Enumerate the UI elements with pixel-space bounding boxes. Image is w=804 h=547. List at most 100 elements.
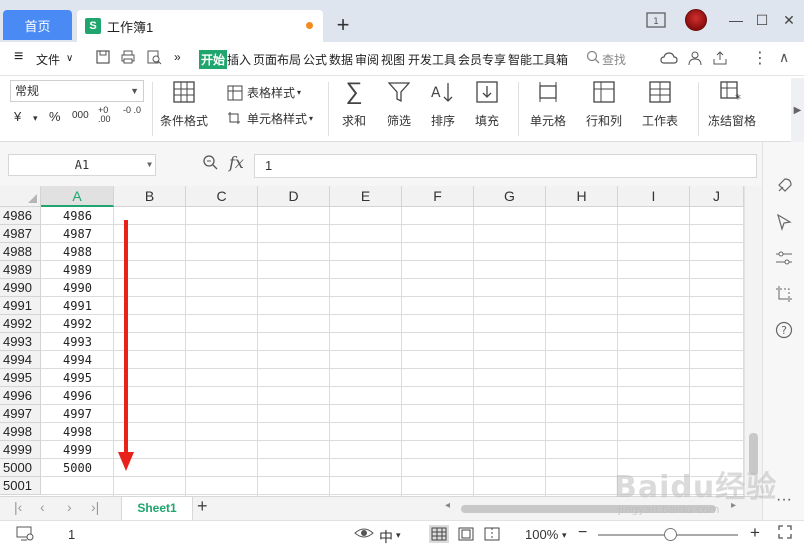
cell-a[interactable]: 5000: [42, 459, 113, 477]
more-options-icon[interactable]: ⋮: [752, 48, 768, 68]
row-header[interactable]: 4997: [0, 405, 41, 423]
spreadsheet-grid[interactable]: ABCDEFGHIJ 4986 4987 4988 4989 4990 4991 4992 4…: [0, 186, 744, 496]
increase-decimal-button[interactable]: +0 .00: [98, 106, 116, 124]
maximize-button[interactable]: ☐: [753, 10, 771, 30]
cell-a[interactable]: 4989: [42, 261, 113, 279]
fill-button[interactable]: 填充: [475, 80, 499, 129]
zoom-formula-icon[interactable]: [202, 154, 218, 174]
column-header-i[interactable]: I: [618, 186, 690, 207]
thousands-separator-button[interactable]: 000: [72, 110, 89, 121]
column-header-c[interactable]: C: [186, 186, 258, 207]
page-break-view-button[interactable]: [482, 525, 502, 543]
row-header[interactable]: 4986: [0, 207, 41, 225]
tab-page-layout[interactable]: 页面布局: [253, 51, 301, 68]
row-header[interactable]: 4996: [0, 387, 41, 405]
vertical-scrollbar[interactable]: [744, 186, 762, 496]
cell-a[interactable]: 4996: [42, 387, 113, 405]
tab-workbook1[interactable]: S 工作簿1: [77, 10, 323, 42]
column-header-b[interactable]: B: [114, 186, 186, 207]
input-method-icon[interactable]: 中: [379, 527, 393, 547]
cell-a[interactable]: [42, 477, 113, 495]
tab-data[interactable]: 数据: [329, 51, 353, 68]
row-header[interactable]: 4993: [0, 333, 41, 351]
zoom-in-button[interactable]: +: [750, 523, 760, 543]
adjust-sliders-icon[interactable]: [774, 248, 794, 268]
tab-start[interactable]: 开始: [199, 50, 228, 69]
hamburger-icon[interactable]: ≡: [14, 48, 23, 66]
page-layout-view-button[interactable]: [456, 525, 476, 543]
add-tab-button[interactable]: +: [333, 12, 353, 38]
column-header-e[interactable]: E: [330, 186, 402, 207]
tab-member[interactable]: 会员专享: [458, 51, 506, 68]
file-dropdown-icon[interactable]: ∨: [66, 53, 73, 64]
cell-a[interactable]: 4999: [42, 441, 113, 459]
close-button[interactable]: ✕: [780, 10, 798, 30]
sort-button[interactable]: A 排序: [431, 80, 455, 129]
row-header[interactable]: 4988: [0, 243, 41, 261]
row-header[interactable]: 4990: [0, 279, 41, 297]
save-icon[interactable]: [95, 49, 111, 68]
first-sheet-icon[interactable]: |‹: [14, 499, 22, 515]
row-header[interactable]: 4991: [0, 297, 41, 315]
chevron-down-icon[interactable]: ▾: [562, 530, 567, 541]
decrease-decimal-button[interactable]: -0 .0: [123, 106, 141, 115]
number-format-select[interactable]: 常规 ▼: [10, 80, 144, 102]
row-header[interactable]: 4995: [0, 369, 41, 387]
filter-button[interactable]: 筛选: [387, 80, 411, 129]
help-icon[interactable]: ?: [774, 320, 794, 340]
column-header-h[interactable]: H: [546, 186, 618, 207]
ribbon-scroll-right-button[interactable]: ▶: [791, 78, 804, 142]
column-header-j[interactable]: J: [690, 186, 744, 207]
zoom-out-button[interactable]: −: [578, 524, 587, 542]
currency-dropdown-icon[interactable]: ▾: [33, 113, 38, 124]
last-sheet-icon[interactable]: ›|: [91, 499, 99, 515]
search-label[interactable]: 查找: [602, 51, 626, 68]
row-header[interactable]: 4999: [0, 441, 41, 459]
search-icon[interactable]: [586, 50, 600, 67]
file-menu[interactable]: 文件: [36, 51, 60, 68]
column-header-g[interactable]: G: [474, 186, 546, 207]
eye-protection-icon[interactable]: [354, 525, 374, 544]
more-tools-icon[interactable]: »: [174, 50, 181, 64]
cloud-sync-icon[interactable]: [660, 50, 678, 69]
cell-style-button[interactable]: 单元格样式 ▾: [227, 110, 313, 127]
macro-record-icon[interactable]: [16, 526, 34, 545]
export-icon[interactable]: [712, 50, 728, 69]
cell-a[interactable]: 4992: [42, 315, 113, 333]
cell-button[interactable]: 单元格: [530, 80, 566, 129]
name-box[interactable]: A1 ▼: [8, 154, 156, 176]
row-header[interactable]: 4989: [0, 261, 41, 279]
cell-a[interactable]: 4990: [42, 279, 113, 297]
normal-view-button[interactable]: [429, 525, 449, 543]
crop-icon[interactable]: [774, 284, 794, 304]
add-sheet-button[interactable]: +: [197, 496, 208, 517]
row-header[interactable]: 5001: [0, 477, 41, 495]
row-header[interactable]: 4987: [0, 225, 41, 243]
column-header-f[interactable]: F: [402, 186, 474, 207]
chevron-down-icon[interactable]: ▾: [396, 530, 401, 541]
column-header-d[interactable]: D: [258, 186, 330, 207]
cell-a[interactable]: 4988: [42, 243, 113, 261]
worksheet-button[interactable]: 工作表: [642, 80, 678, 129]
print-icon[interactable]: [120, 49, 136, 68]
zoom-slider-knob[interactable]: [664, 528, 677, 541]
select-cursor-icon[interactable]: [774, 212, 794, 232]
cell-a[interactable]: 4998: [42, 423, 113, 441]
collapse-ribbon-icon[interactable]: ∧: [779, 49, 789, 66]
rocket-icon[interactable]: [774, 176, 794, 196]
conditional-format-button[interactable]: 条件格式: [160, 80, 208, 129]
reading-layout-icon[interactable]: 1: [646, 10, 666, 30]
print-preview-icon[interactable]: [146, 49, 162, 68]
cell-a[interactable]: 4993: [42, 333, 113, 351]
row-header[interactable]: 4998: [0, 423, 41, 441]
fullscreen-icon[interactable]: [778, 525, 792, 542]
tab-view[interactable]: 视图: [381, 51, 405, 68]
insert-function-button[interactable]: fx: [229, 153, 244, 172]
cell-a[interactable]: 4987: [42, 225, 113, 243]
next-sheet-icon[interactable]: ›: [67, 499, 72, 515]
zoom-level[interactable]: 100%: [525, 527, 558, 542]
cell-a[interactable]: 4995: [42, 369, 113, 387]
currency-button[interactable]: ¥: [14, 109, 21, 124]
tab-developer[interactable]: 开发工具: [408, 51, 456, 68]
row-header[interactable]: 4992: [0, 315, 41, 333]
